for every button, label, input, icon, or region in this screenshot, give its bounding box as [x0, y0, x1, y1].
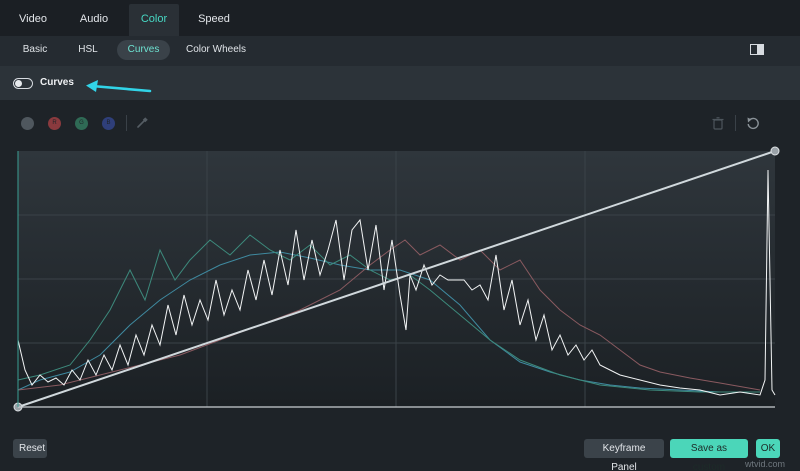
save-as-custom-button[interactable]: Save as custom — [670, 439, 748, 471]
toolbar-divider — [735, 115, 736, 131]
curves-toggle-label: Curves — [40, 77, 74, 88]
green-channel-icon[interactable]: G — [75, 117, 88, 130]
compare-view-icon[interactable] — [750, 44, 764, 55]
curve-point-white[interactable] — [770, 146, 780, 156]
blue-channel-icon[interactable]: B — [102, 117, 115, 130]
annotation-arrow-icon — [86, 80, 152, 93]
eyedropper-icon[interactable] — [136, 117, 148, 129]
reset-curve-icon[interactable] — [746, 116, 760, 130]
curves-toggle-switch[interactable] — [13, 78, 33, 89]
toolbar-divider — [126, 115, 127, 131]
subtab-basic[interactable]: Basic — [14, 40, 56, 60]
top-tab-bar: Video Audio Color Speed — [0, 0, 800, 36]
curves-graph[interactable] — [0, 140, 800, 425]
tab-speed[interactable]: Speed — [190, 4, 238, 36]
subtab-hsl[interactable]: HSL — [68, 40, 108, 60]
tab-color[interactable]: Color — [129, 4, 179, 36]
ok-button[interactable]: OK — [756, 439, 780, 458]
red-channel-icon[interactable]: R — [48, 117, 61, 130]
subtab-color-wheels[interactable]: Color Wheels — [180, 40, 252, 60]
reset-button[interactable]: Reset — [13, 439, 47, 458]
sub-tab-bar: Basic HSL Curves Color Wheels — [0, 36, 800, 66]
tab-video[interactable]: Video — [8, 4, 58, 36]
watermark: wtvid.com — [745, 459, 786, 469]
switch-knob — [15, 80, 22, 87]
keyframe-panel-button[interactable]: Keyframe Panel — [584, 439, 664, 471]
rgb-channel-icon[interactable] — [21, 117, 34, 130]
trash-icon[interactable] — [712, 117, 724, 130]
subtab-curves[interactable]: Curves — [117, 40, 170, 60]
tab-audio[interactable]: Audio — [68, 4, 120, 36]
